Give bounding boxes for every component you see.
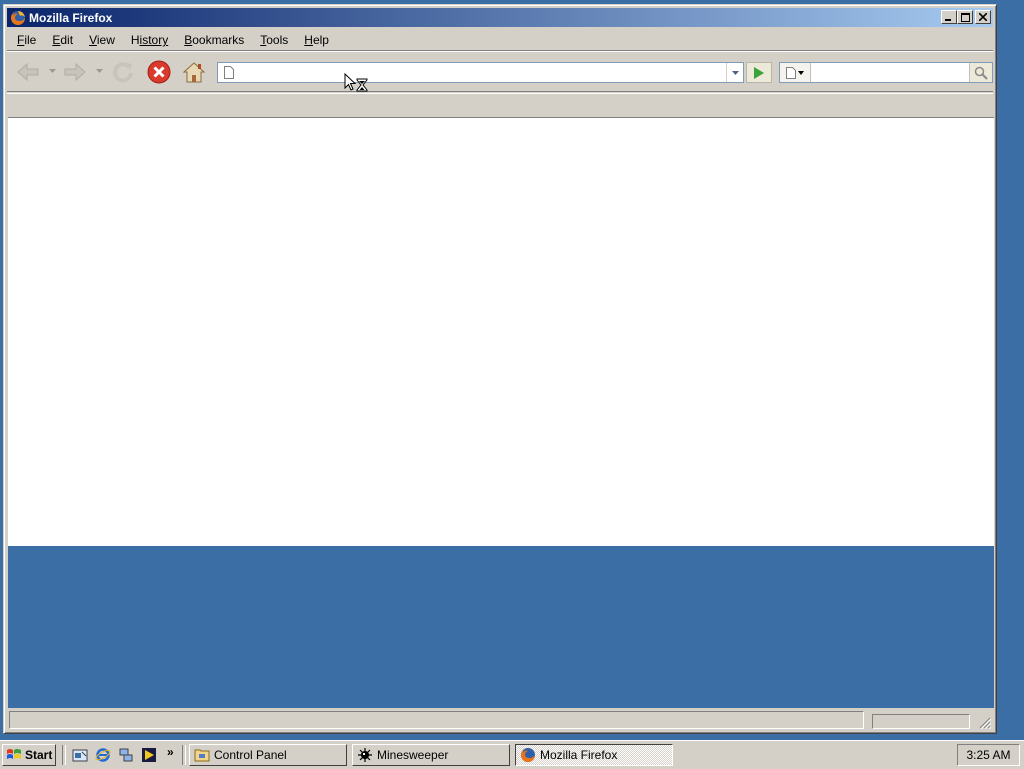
- task-label: Control Panel: [214, 748, 287, 762]
- menu-edit-label: dit: [60, 33, 74, 47]
- mine-icon: [358, 748, 372, 762]
- title-bar[interactable]: Mozilla Firefox: [7, 8, 993, 27]
- chevron-down-icon: [798, 70, 804, 75]
- page-content[interactable]: [8, 117, 994, 546]
- menu-edit[interactable]: Edit: [42, 30, 79, 50]
- firefox-logo-icon: [11, 10, 25, 25]
- menu-help-label: elp: [312, 33, 329, 47]
- quicklaunch-more-button[interactable]: »: [167, 745, 174, 759]
- address-bar[interactable]: [217, 62, 744, 83]
- forward-arrow-icon: [64, 62, 86, 82]
- go-arrow-icon: [754, 66, 764, 79]
- url-history-dropdown[interactable]: [726, 63, 743, 82]
- menu-view-accel: V: [89, 33, 97, 47]
- menu-bookmarks[interactable]: Bookmarks: [174, 30, 250, 50]
- search-bar[interactable]: [779, 62, 993, 83]
- progress-panel: [872, 714, 970, 729]
- home-icon: [182, 62, 206, 83]
- status-bar: [7, 709, 993, 731]
- network-icon: [119, 748, 133, 762]
- search-engine-selector[interactable]: [780, 63, 811, 82]
- maximize-icon: [960, 12, 970, 22]
- menu-file-label: ile: [24, 33, 37, 47]
- reload-button[interactable]: [110, 59, 136, 85]
- go-button[interactable]: [746, 62, 772, 83]
- task-label: Mozilla Firefox: [540, 748, 618, 762]
- maximize-button[interactable]: [957, 10, 973, 24]
- magnifier-icon: [974, 66, 988, 80]
- system-tray-clock[interactable]: 3:25 AM: [957, 744, 1020, 766]
- menu-history-accel: H: [130, 33, 140, 47]
- menu-tools-label: ools: [266, 33, 289, 47]
- busy-cursor-icon: [344, 73, 368, 92]
- reload-icon: [113, 62, 133, 83]
- control-panel-icon: [194, 749, 210, 762]
- clock: 3:25 AM: [966, 748, 1011, 762]
- chevron-down-icon: [731, 70, 739, 75]
- home-button[interactable]: [181, 59, 207, 85]
- back-button[interactable]: [15, 59, 41, 85]
- taskbar-separator: [62, 745, 66, 765]
- firefox-logo-icon: [521, 748, 535, 762]
- minimize-icon: [945, 19, 951, 21]
- page-icon: [224, 66, 234, 79]
- quicklaunch-internet-explorer[interactable]: [94, 746, 112, 764]
- task-mozilla-firefox[interactable]: Mozilla Firefox: [515, 744, 673, 766]
- forward-history-dropdown-icon[interactable]: [96, 69, 103, 74]
- task-minesweeper[interactable]: Minesweeper: [352, 744, 510, 766]
- menu-bookmarks-label: ookmarks: [192, 33, 245, 47]
- show-desktop-icon: [72, 749, 88, 762]
- quicklaunch-media-player[interactable]: [140, 746, 158, 764]
- menu-help-accel: H: [304, 33, 313, 47]
- window-title: Mozilla Firefox: [29, 10, 113, 25]
- menu-view-label: iew: [96, 33, 115, 47]
- back-arrow-icon: [17, 62, 39, 82]
- task-label: Minesweeper: [377, 748, 449, 762]
- firefox-window: Mozilla Firefox File Edit View History B…: [3, 4, 997, 734]
- page-icon: [786, 66, 796, 79]
- menu-history-label: istory: [139, 33, 169, 47]
- taskbar: Start » Control Panel Minesweeper Mozill…: [0, 740, 1024, 769]
- task-control-panel[interactable]: Control Panel: [189, 744, 347, 766]
- bookmarks-toolbar: [7, 93, 993, 118]
- minimize-button[interactable]: [941, 10, 957, 24]
- menu-help[interactable]: Help: [294, 30, 335, 50]
- forward-button[interactable]: [62, 59, 88, 85]
- status-text-panel: [9, 711, 864, 729]
- start-label: Start: [25, 748, 53, 762]
- menu-file[interactable]: File: [7, 30, 42, 50]
- start-button[interactable]: Start: [2, 744, 56, 766]
- resize-grip-icon[interactable]: [979, 717, 991, 729]
- menu-view[interactable]: View: [79, 30, 121, 50]
- taskbar-separator: [182, 745, 186, 765]
- internet-explorer-icon: [95, 748, 111, 762]
- search-input[interactable]: [813, 64, 967, 83]
- quicklaunch-network[interactable]: [117, 746, 135, 764]
- menu-tools[interactable]: Tools: [250, 30, 294, 50]
- unpainted-content-area: [8, 546, 994, 708]
- windows-logo-icon: [7, 749, 21, 759]
- navigation-toolbar: [7, 53, 993, 92]
- stop-icon: [147, 60, 171, 84]
- media-player-icon: [142, 748, 156, 762]
- stop-button[interactable]: [146, 59, 172, 85]
- close-button[interactable]: [975, 10, 991, 24]
- menu-bar: File Edit View History Bookmarks Tools H…: [7, 29, 993, 52]
- url-input[interactable]: [240, 64, 724, 83]
- menu-history[interactable]: History: [121, 30, 174, 50]
- search-button[interactable]: [969, 63, 992, 82]
- back-history-dropdown-icon[interactable]: [49, 69, 56, 74]
- quicklaunch-show-desktop[interactable]: [71, 746, 89, 764]
- close-icon: [979, 13, 987, 21]
